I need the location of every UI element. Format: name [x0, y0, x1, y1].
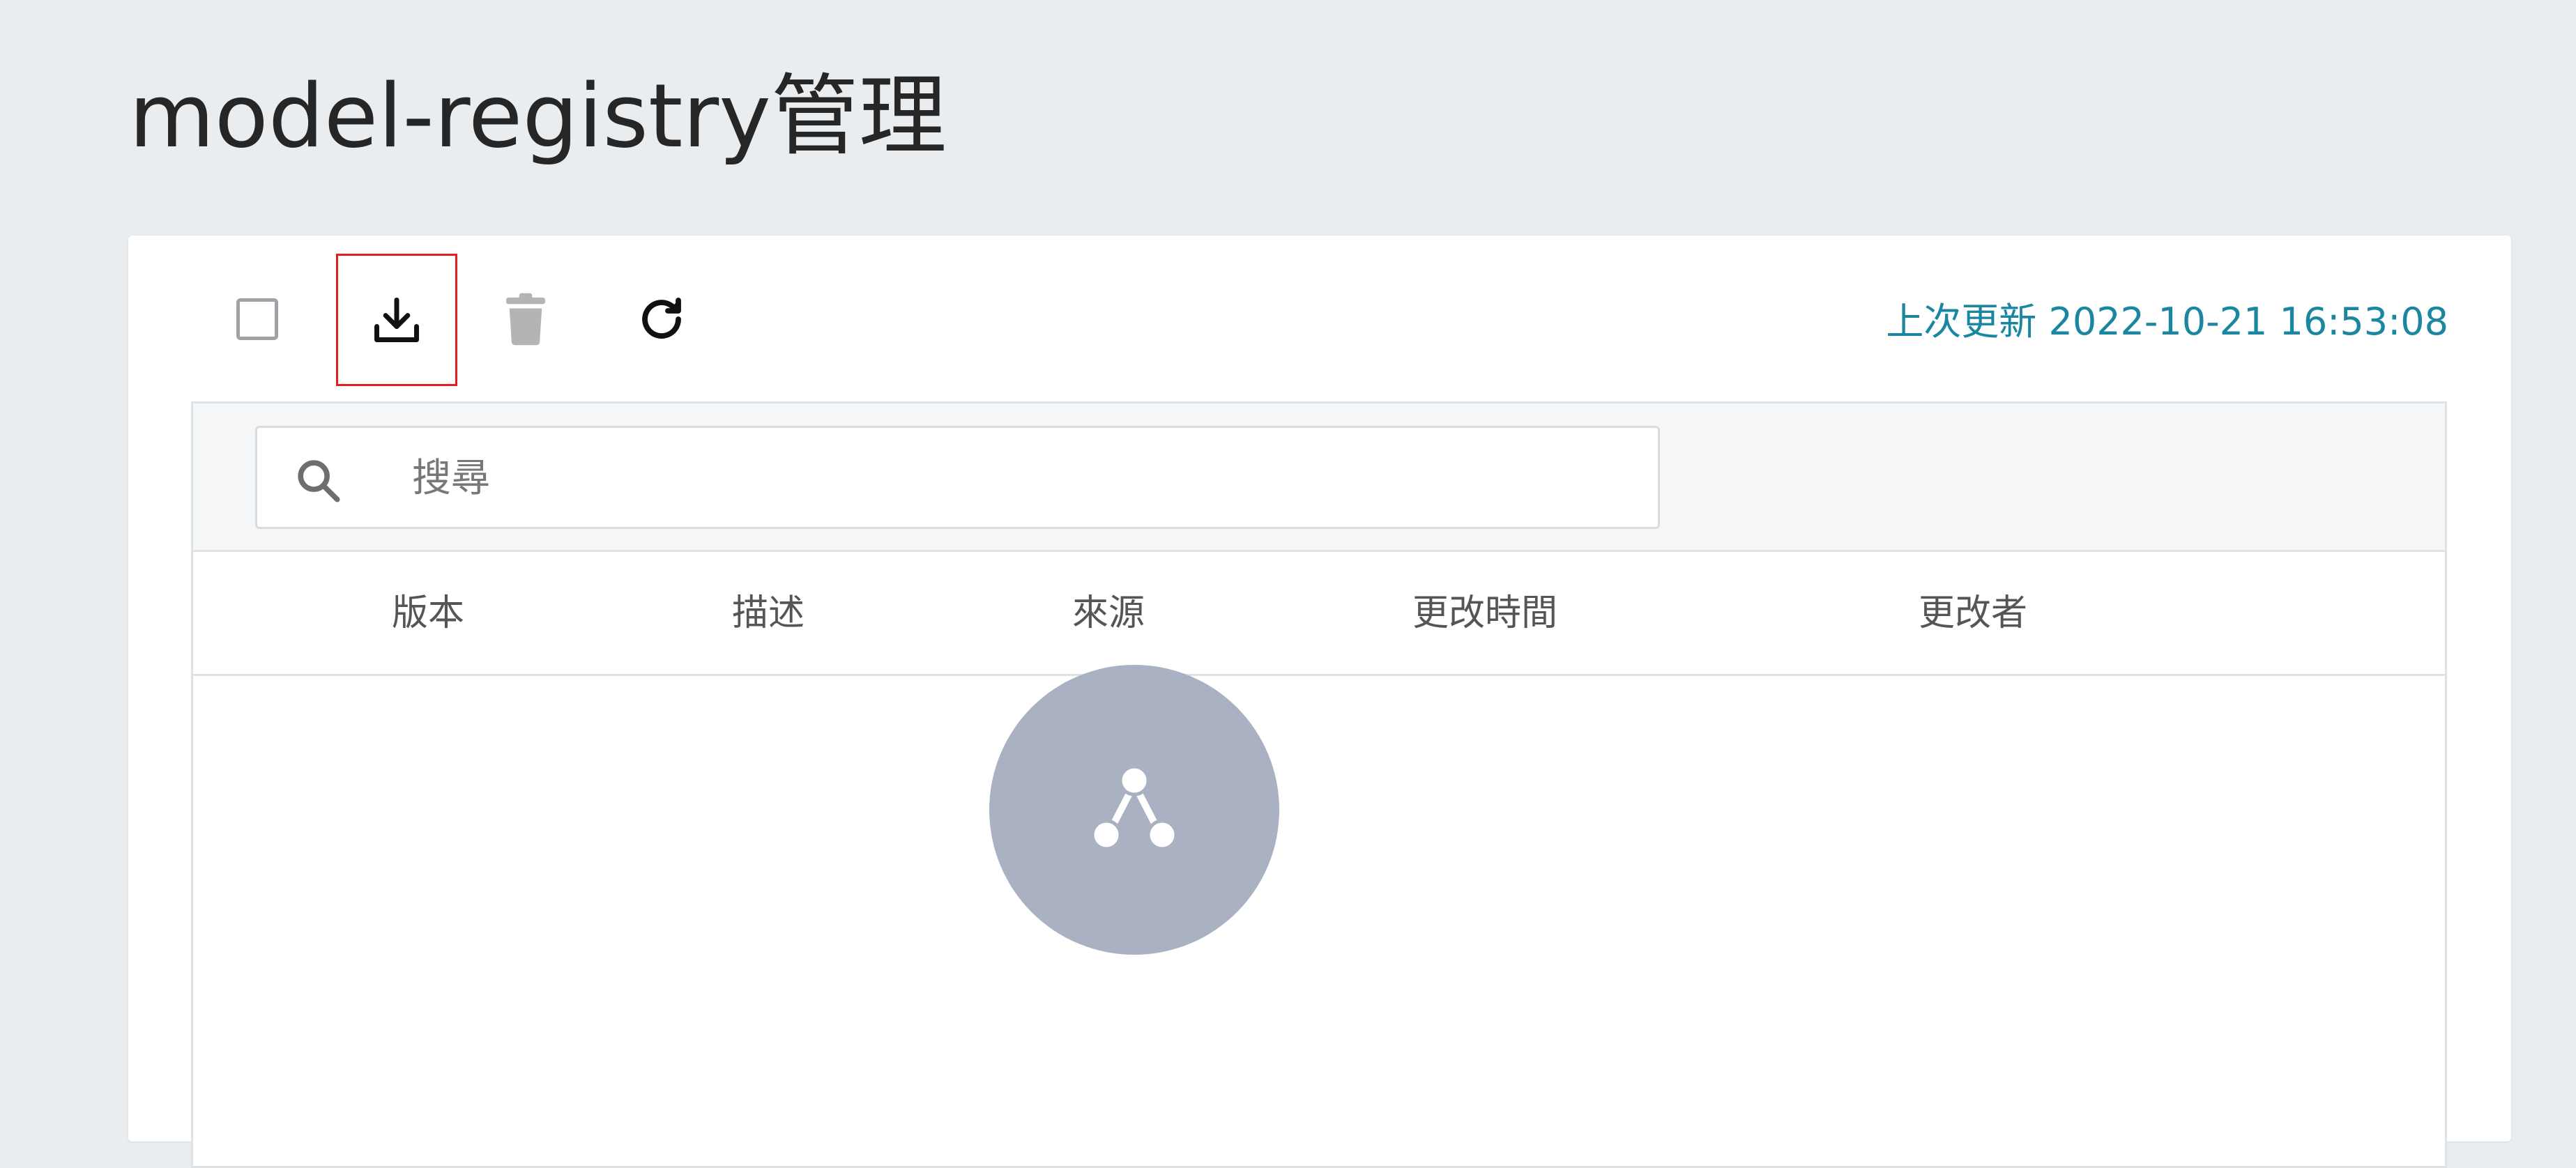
download-icon	[370, 293, 423, 346]
empty-state-circle	[989, 665, 1279, 955]
search-input[interactable]	[411, 447, 1599, 509]
delete-button[interactable]	[470, 256, 581, 382]
refresh-icon	[637, 294, 687, 344]
checkbox-icon	[236, 298, 278, 340]
search-icon	[294, 456, 342, 507]
search-box[interactable]	[255, 426, 1660, 529]
table-header-row: 版本 描述 來源 更改時間 更改者	[193, 552, 2445, 676]
data-table: 版本 描述 來源 更改時間 更改者	[191, 401, 2447, 1168]
column-header-modified-by[interactable]: 更改者	[1919, 591, 2027, 636]
empty-nodes-icon	[1082, 763, 1187, 856]
page-title: model-registry管理	[129, 65, 947, 167]
download-button[interactable]	[336, 254, 457, 386]
last-updated-text: 上次更新 2022-10-21 16:53:08	[1886, 300, 2448, 344]
column-header-version[interactable]: 版本	[392, 591, 464, 636]
column-header-description[interactable]: 描述	[732, 591, 805, 636]
content-card: 上次更新 2022-10-21 16:53:08 版本 描述 來源 更改時間 更…	[128, 236, 2511, 1168]
column-header-source[interactable]: 來源	[1072, 591, 1145, 636]
toolbar: 上次更新 2022-10-21 16:53:08	[128, 236, 2511, 403]
column-header-modified-time[interactable]: 更改時間	[1412, 591, 1557, 636]
select-all-checkbox[interactable]	[201, 256, 313, 382]
search-bar	[193, 404, 2445, 552]
refresh-button[interactable]	[606, 256, 717, 382]
trash-icon	[504, 293, 547, 346]
